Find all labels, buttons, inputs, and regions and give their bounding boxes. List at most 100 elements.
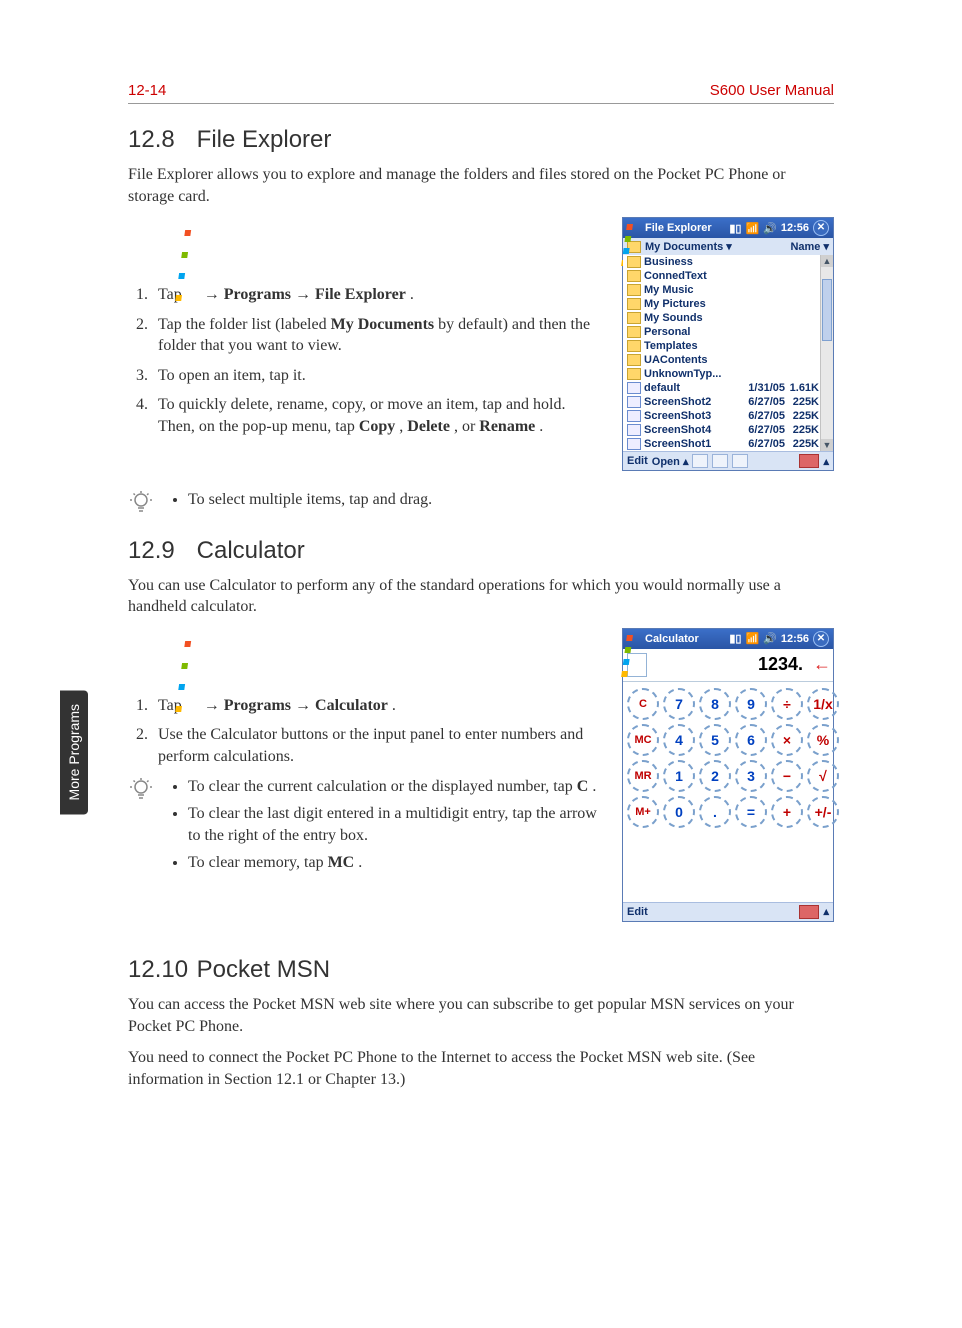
clock-label: 12:56	[781, 222, 809, 234]
file-row[interactable]: ScreenShot46/27/05225K	[623, 423, 833, 437]
folder-row[interactable]: My Music	[623, 283, 833, 297]
calc-key-MR[interactable]: MR	[627, 760, 659, 792]
fe-open-menu[interactable]: Open ▴	[652, 455, 689, 468]
calc-key-op[interactable]: ×	[771, 724, 803, 756]
start-icon	[627, 632, 641, 646]
folder-icon	[627, 312, 641, 324]
backspace-icon[interactable]: ←	[813, 654, 829, 675]
msn-p2: You need to connect the Pocket PC Phone …	[128, 1047, 834, 1090]
speaker-icon: 🔊	[763, 222, 777, 235]
fe-window-title: File Explorer	[645, 222, 712, 234]
folder-row[interactable]: My Sounds	[623, 311, 833, 325]
folder-row[interactable]: ConnedText	[623, 269, 833, 283]
section-number: 12.10	[128, 956, 190, 984]
calc-tip-2: To clear the last digit entered in a mul…	[188, 803, 604, 846]
folder-row[interactable]: My Pictures	[623, 297, 833, 311]
scrollbar[interactable]: ▲ ▼	[820, 255, 833, 451]
calc-titlebar: Calculator ▮▯ 📶 🔊 12:56 ✕	[623, 629, 833, 649]
scroll-down-icon[interactable]: ▼	[821, 439, 833, 451]
calc-key-3[interactable]: 3	[735, 760, 767, 792]
calc-step-1: Tap → Programs → Calculator .	[152, 632, 604, 716]
folder-row[interactable]: UAContents	[623, 353, 833, 367]
sip-up-icon[interactable]: ▴	[823, 455, 829, 468]
toolbar-icon[interactable]	[732, 454, 748, 468]
manual-page: More Programs 12-14 S600 User Manual 12.…	[0, 0, 962, 1328]
calc-key-op[interactable]: √	[807, 760, 839, 792]
fe-step-1: Tap → Programs → File Explorer .	[152, 221, 604, 305]
scroll-up-icon[interactable]: ▲	[821, 255, 833, 267]
section-number: 12.8	[128, 126, 190, 154]
section-title: Calculator	[197, 537, 305, 564]
calc-tip-list: To clear the current calculation or the …	[168, 776, 604, 880]
sip-up-icon[interactable]: ▴	[823, 905, 829, 918]
fe-file-list[interactable]: BusinessConnedTextMy MusicMy PicturesMy …	[623, 255, 833, 451]
calc-key-7[interactable]: 7	[663, 688, 695, 720]
calc-key-9[interactable]: 9	[735, 688, 767, 720]
folder-icon	[627, 298, 641, 310]
calc-key-4[interactable]: 4	[663, 724, 695, 756]
calc-key-op[interactable]: .	[699, 796, 731, 828]
close-icon[interactable]: ✕	[813, 631, 829, 647]
calc-key-5[interactable]: 5	[699, 724, 731, 756]
calc-key-8[interactable]: 8	[699, 688, 731, 720]
calc-key-0[interactable]: 0	[663, 796, 695, 828]
calc-edit-menu[interactable]: Edit	[627, 906, 648, 918]
fe-folder-dropdown[interactable]: My Documents ▾	[645, 240, 732, 253]
speaker-icon: 🔊	[763, 632, 777, 645]
file-row[interactable]: ScreenShot26/27/05225K	[623, 395, 833, 409]
toolbar-icon[interactable]	[692, 454, 708, 468]
calc-key-1opx[interactable]: 1/x	[807, 688, 839, 720]
file-row[interactable]: ScreenShot16/27/05225K	[623, 437, 833, 451]
calc-key-Mop[interactable]: M+	[627, 796, 659, 828]
calc-key-C[interactable]: C	[627, 688, 659, 720]
calc-key-6[interactable]: 6	[735, 724, 767, 756]
keyboard-icon[interactable]	[799, 905, 819, 919]
toolbar-icon[interactable]	[712, 454, 728, 468]
fe-sort-dropdown[interactable]: Name ▾	[790, 240, 829, 253]
scroll-thumb[interactable]	[822, 279, 832, 341]
folder-icon	[627, 256, 641, 268]
calc-key-op[interactable]: −	[771, 760, 803, 792]
fe-steps: Tap → Programs → File Explorer . Tap the…	[128, 221, 604, 437]
calc-key-op[interactable]: +	[771, 796, 803, 828]
folder-icon	[627, 270, 641, 282]
file-row[interactable]: ScreenShot36/27/05225K	[623, 409, 833, 423]
calc-key-op[interactable]: ÷	[771, 688, 803, 720]
file-icon	[627, 382, 641, 394]
folder-icon	[627, 326, 641, 338]
calc-memory-indicator	[627, 653, 647, 677]
calc-key-op[interactable]: %	[807, 724, 839, 756]
keyboard-icon[interactable]	[799, 454, 819, 468]
file-row[interactable]: default1/31/051.61K	[623, 381, 833, 395]
calc-key-MC[interactable]: MC	[627, 724, 659, 756]
folder-row[interactable]: Business	[623, 255, 833, 269]
calc-key-op[interactable]: =	[735, 796, 767, 828]
section-title: Pocket MSN	[197, 956, 330, 983]
calc-keypad: C789÷1/xMC456×%MR123−√M+0.=++/-	[623, 682, 833, 832]
close-icon[interactable]: ✕	[813, 220, 829, 236]
section-12-8-heading: 12.8 File Explorer	[128, 126, 834, 154]
file-icon	[627, 438, 641, 450]
section-12-9-heading: 12.9 Calculator	[128, 537, 834, 565]
calc-key-1[interactable]: 1	[663, 760, 695, 792]
fe-titlebar: File Explorer ▮▯ 📶 🔊 12:56 ✕	[623, 218, 833, 238]
calc-tip-3: To clear memory, tap MC .	[188, 852, 604, 874]
folder-row[interactable]: Personal	[623, 325, 833, 339]
calc-key-opopop[interactable]: +/-	[807, 796, 839, 828]
antenna-icon: 📶	[745, 632, 759, 645]
fe-edit-menu[interactable]: Edit	[627, 455, 648, 467]
calc-key-2[interactable]: 2	[699, 760, 731, 792]
tip-bulb-icon	[128, 489, 154, 515]
folder-row[interactable]: Templates	[623, 339, 833, 353]
section-number: 12.9	[128, 537, 190, 565]
chapter-side-tab: More Programs	[60, 690, 88, 814]
fe-intro: File Explorer allows you to explore and …	[128, 164, 834, 207]
calculator-screenshot: Calculator ▮▯ 📶 🔊 12:56 ✕ 123 4. ← C789÷ 1…	[622, 628, 834, 922]
folder-row[interactable]: UnknownTyp...	[623, 367, 833, 381]
start-icon	[186, 221, 200, 235]
tip-bulb-icon	[128, 776, 154, 802]
calc-steps: Tap → Programs → Calculator . Use the Ca…	[128, 632, 604, 768]
section-12-10-heading: 12.10 Pocket MSN	[128, 956, 834, 984]
calc-tip-1: To clear the current calculation or the …	[188, 776, 604, 798]
clock-label: 12:56	[781, 633, 809, 645]
